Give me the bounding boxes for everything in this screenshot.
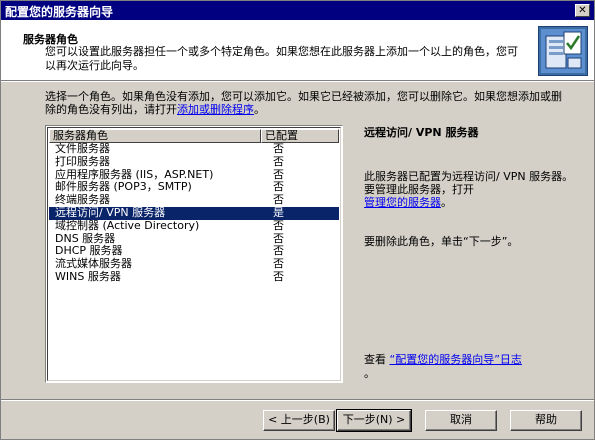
manage-suffix: 。 [441, 196, 452, 209]
role-configured: 否 [273, 154, 284, 168]
intro-text: 选择一个角色。如果角色没有添加，您可以添加它。如果它已经被添加，您可以删除它。如… [45, 90, 565, 116]
back-button[interactable]: < 上一步(B) [263, 410, 335, 431]
role-name: 远程访问/ VPN 服务器 [55, 205, 166, 219]
cancel-button[interactable]: 取消 [425, 410, 497, 431]
server-role-list[interactable]: 服务器角色 已配置 文件服务器否打印服务器否应用程序服务器 (IIS，ASP.N… [45, 125, 343, 383]
role-configured: 否 [273, 269, 284, 283]
list-rows: 文件服务器否打印服务器否应用程序服务器 (IIS，ASP.NET) 否邮件服务器 … [49, 142, 339, 284]
log-suffix: 。 [364, 367, 375, 380]
log-prefix: 查看 [364, 353, 386, 366]
log-line: 查看 “配置您的服务器向导”日志 。 [364, 353, 584, 381]
title-bar: 配置您的服务器向导 ✕ [1, 1, 594, 20]
selected-role-title: 远程访问/ VPN 服务器 [364, 126, 479, 139]
list-item[interactable]: 打印服务器 否 [49, 154, 339, 169]
remove-role-text: 要删除此角色，单击“下一步”。 [364, 235, 519, 248]
intro-body: 选择一个角色。如果角色没有添加，您可以添加它。如果它已经被添加，您可以删除它。如… [45, 90, 562, 116]
wizard-header: 服务器角色 您可以设置此服务器担任一个或多个特定角色。如果您想在此服务器上添加一… [1, 20, 594, 80]
manage-text: 要管理此服务器，打开 [364, 183, 474, 196]
role-configured: 否 [273, 218, 284, 232]
role-configured: 是 [273, 205, 284, 219]
header-divider [1, 80, 594, 82]
column-header-role[interactable]: 服务器角色 [49, 129, 261, 143]
role-name: 文件服务器 [55, 142, 110, 155]
list-header: 服务器角色 已配置 [49, 129, 339, 143]
add-remove-programs-link[interactable]: 添加或删除程序 [177, 103, 254, 116]
intro-suffix: 。 [254, 103, 265, 116]
next-button[interactable]: 下一步(N) > [336, 409, 412, 432]
footer-divider [1, 399, 594, 401]
configured-status-text: 此服务器已配置为远程访问/ VPN 服务器。 [364, 170, 574, 183]
role-name: WINS 服务器 [55, 269, 121, 283]
role-name: 域控制器 (Active Directory) [55, 218, 200, 232]
server-role-wizard-icon [538, 26, 588, 76]
page-description: 您可以设置此服务器担任一个或多个特定角色。如果您想在此服务器上添加一个以上的角色… [45, 45, 518, 72]
list-item[interactable]: 远程访问/ VPN 服务器 是 [49, 205, 339, 220]
role-name: 打印服务器 [55, 154, 110, 168]
window-title: 配置您的服务器向导 [5, 5, 114, 19]
column-header-configured[interactable]: 已配置 [261, 129, 339, 143]
close-icon: ✕ [578, 5, 587, 16]
server-role-list-frame: 服务器角色 已配置 文件服务器否打印服务器否应用程序服务器 (IIS，ASP.N… [47, 127, 341, 381]
list-item[interactable]: WINS 服务器 否 [49, 269, 339, 284]
help-button[interactable]: 帮助 [510, 410, 582, 431]
selected-role-details: 此服务器已配置为远程访问/ VPN 服务器。 要管理此服务器，打开 管理您的服务… [364, 170, 584, 209]
manage-server-link[interactable]: 管理您的服务器 [364, 196, 441, 209]
list-item[interactable]: 域控制器 (Active Directory) 否 [49, 218, 339, 233]
wizard-log-link[interactable]: “配置您的服务器向导”日志 [390, 353, 522, 366]
wizard-window: 配置您的服务器向导 ✕ 服务器角色 您可以设置此服务器担任一个或多个特定角色。如… [0, 0, 595, 440]
role-configured: 否 [273, 142, 284, 155]
list-item[interactable]: 文件服务器 否 [49, 142, 339, 156]
close-button[interactable]: ✕ [575, 4, 590, 17]
